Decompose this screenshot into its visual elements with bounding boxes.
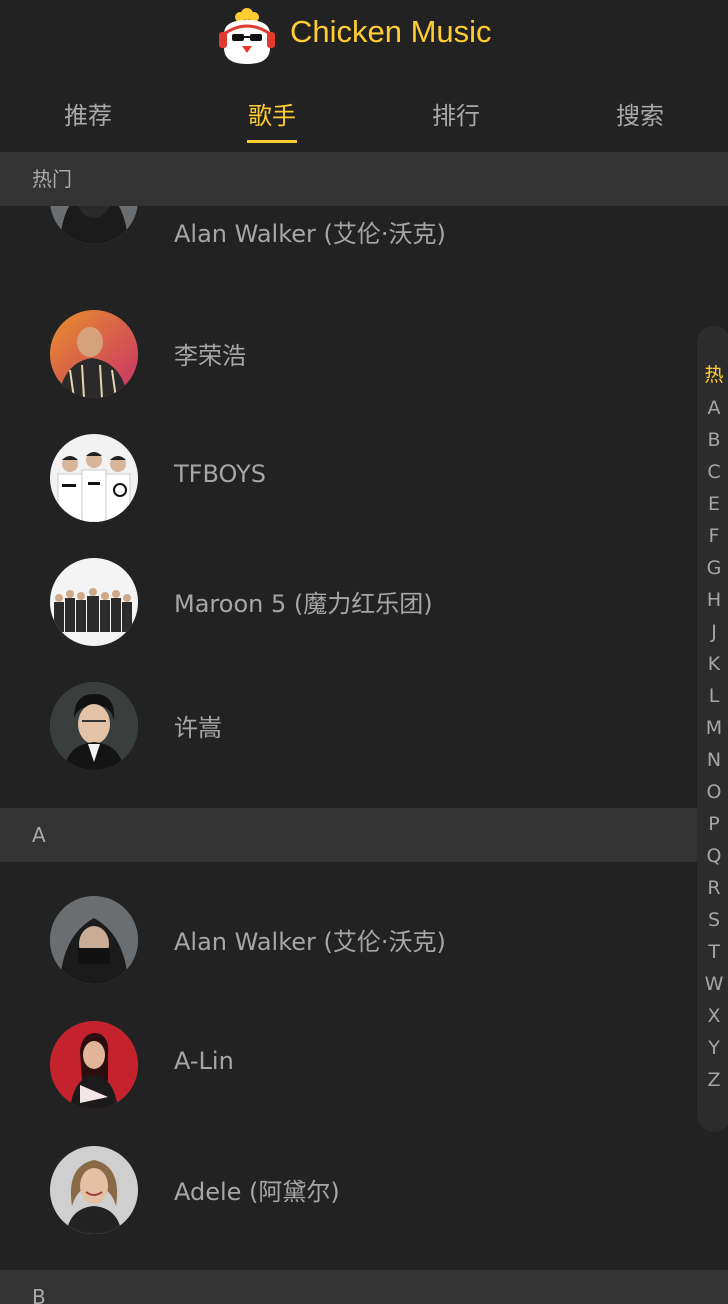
alphabet-shortcut-bar[interactable]: 热 A B C E F G H J K L M N O P Q R S T W … [697,326,728,1132]
shortcut-item[interactable]: X [697,1005,728,1027]
avatar [50,434,138,522]
singer-name: Adele (阿黛尔) [174,1178,340,1206]
shortcut-item[interactable]: R [697,877,728,899]
avatar [50,1021,138,1109]
shortcut-item[interactable]: B [697,429,728,451]
shortcut-item[interactable]: L [697,685,728,707]
shortcut-item[interactable]: Y [697,1037,728,1059]
shortcut-item[interactable]: P [697,813,728,835]
shortcut-item[interactable]: K [697,653,728,675]
singer-name: Maroon 5 (魔力红乐团) [174,590,433,618]
shortcut-item[interactable]: Z [697,1069,728,1091]
singer-row[interactable]: TFBOYS [0,416,690,540]
shortcut-item[interactable]: C [697,461,728,483]
app-title: Chicken Music [290,14,492,49]
avatar [50,310,138,398]
shortcut-item[interactable]: T [697,941,728,963]
singer-name: A-Lin [174,1047,234,1075]
singer-row[interactable]: Maroon 5 (魔力红乐团) [0,540,690,664]
shortcut-item[interactable]: N [697,749,728,771]
singer-row[interactable]: Adele (阿黛尔) [0,1128,690,1252]
singer-row[interactable]: 许嵩 [0,664,690,788]
singer-row[interactable]: A-Lin [0,1003,690,1127]
group-title: B [0,1270,728,1304]
app-header: Chicken Music [0,0,728,78]
tab-bar: 推荐 歌手 排行 搜索 [0,78,728,152]
shortcut-item[interactable]: Q [697,845,728,867]
shortcut-item[interactable]: G [697,557,728,579]
singer-name: Alan Walker (艾伦·沃克) [174,928,446,956]
avatar [50,558,138,646]
singer-name: 许嵩 [174,714,222,742]
singer-name: Alan Walker (艾伦·沃克) [174,220,446,248]
shortcut-item[interactable]: F [697,525,728,547]
shortcut-item[interactable]: 热 [697,364,728,386]
shortcut-item[interactable]: O [697,781,728,803]
shortcut-item[interactable]: J [697,621,728,643]
singer-row[interactable]: Alan Walker (艾伦·沃克) [0,878,690,1002]
singer-name: TFBOYS [174,460,266,488]
avatar [50,1146,138,1234]
active-tab-indicator [247,140,297,143]
shortcut-item[interactable]: W [697,973,728,995]
singer-name: 李荣浩 [174,342,246,370]
tab-recommend[interactable]: 推荐 [0,96,180,131]
singer-list[interactable]: Alan Walker (艾伦·沃克) 李荣浩 TFBOYS Maroon 5 … [0,152,728,1304]
singer-row[interactable]: 李荣浩 [0,292,690,416]
shortcut-item[interactable]: E [697,493,728,515]
shortcut-item[interactable]: H [697,589,728,611]
avatar [50,896,138,984]
group-title-fixed: 热门 [0,152,728,206]
tab-rank[interactable]: 排行 [364,96,548,131]
avatar [50,682,138,770]
shortcut-item[interactable]: A [697,397,728,419]
shortcut-item[interactable]: S [697,909,728,931]
tab-search[interactable]: 搜索 [548,96,728,131]
shortcut-item[interactable]: M [697,717,728,739]
tab-singer[interactable]: 歌手 [180,96,364,131]
group-title: A [0,808,728,862]
chicken-logo-icon [219,8,275,64]
